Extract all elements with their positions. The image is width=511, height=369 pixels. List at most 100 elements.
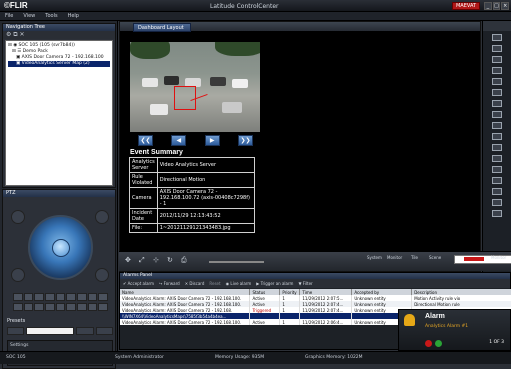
control-strip: ✥ ⤢ ⊹ ↻ ⎙ System Monitor Tile Scene Moni…	[119, 251, 511, 271]
layout-4x4-icon[interactable]	[492, 67, 502, 74]
tile-label[interactable]: Tile	[411, 255, 418, 260]
video-car	[222, 102, 242, 113]
alarm-tool-button[interactable]: ▼ Filter	[298, 281, 312, 286]
zoom-in-button[interactable]	[11, 210, 25, 224]
skip-forward-button[interactable]: ❯❯	[237, 135, 253, 146]
right-toolbar	[482, 21, 511, 272]
alarm-tool-button[interactable]: ◉ Live alarm	[226, 281, 252, 286]
layout-3x3-icon[interactable]	[492, 56, 502, 63]
preset-go-button[interactable]	[76, 327, 94, 335]
layout-extra2-icon[interactable]	[492, 210, 502, 217]
zoom-out-button[interactable]	[11, 268, 25, 282]
video-car	[142, 78, 158, 87]
tab-bar: Dashboard Layout	[120, 22, 480, 32]
rotate-icon[interactable]: ↻	[167, 256, 173, 264]
window-controls: _ □ ×	[484, 2, 510, 10]
status-server: SOC 105	[6, 355, 26, 360]
monitor-tab-label[interactable]: Monitor	[387, 255, 402, 260]
scene-label[interactable]: Scene	[429, 255, 441, 260]
focus-far-button[interactable]	[95, 268, 109, 282]
ptz-joystick[interactable]	[28, 215, 93, 280]
bell-icon	[404, 314, 415, 326]
alarm-cell-name: VideoAnalytics Alarm: AXIS Door Camera 7…	[120, 301, 251, 307]
ptz-preset-keypad[interactable]	[13, 293, 108, 311]
event-summary-value: 1~20121129121343483.jpg	[156, 223, 256, 233]
alarm-cell-status: Active	[249, 319, 281, 325]
navigation-tree[interactable]: ⊟ ◉ SOC 105 (105 (svr7b84)) ⊟ ☰ Demo Pack…	[5, 40, 113, 186]
layout-1plus7-icon[interactable]	[492, 89, 502, 96]
ptz-header: PTZ	[3, 190, 115, 197]
status-user: System Administrator	[115, 355, 164, 360]
video-snapshot[interactable]	[130, 42, 260, 132]
ptz-panel: PTZ Presets Settings	[2, 189, 116, 369]
prev-button[interactable]: ◀	[171, 135, 187, 146]
alarm-cell-name: VideoAnalytics Alarm: AXIS Door Camera 7…	[120, 319, 251, 325]
event-summary-value: Video Analytics Server	[156, 157, 256, 173]
menu-tools[interactable]: Tools	[40, 12, 62, 20]
minimize-button[interactable]: _	[484, 2, 492, 10]
event-summary-value: 2012/11/29 12:13:43:52	[156, 208, 256, 224]
crop-icon[interactable]: ⊹	[153, 256, 159, 264]
timeline-slider[interactable]	[209, 261, 264, 263]
reject-icon[interactable]	[425, 340, 432, 347]
menu-help[interactable]: Help	[63, 12, 84, 20]
tree-node[interactable]: ▣ VideoAnalytics Server Map (2)	[8, 61, 110, 67]
menu-file[interactable]: File	[0, 12, 18, 20]
pan-icon[interactable]: ✥	[125, 256, 131, 264]
layout-6x6-icon[interactable]	[492, 144, 502, 151]
app-title: Latitude ControlCenter	[210, 3, 279, 10]
user-badge[interactable]: MAEVAT	[452, 2, 480, 10]
layout-custom-icon[interactable]	[492, 166, 502, 173]
alarm-tool-button[interactable]: Reset	[209, 281, 220, 286]
event-summary-value: AXIS Door Camera 72 - 192.168.100.72 (ax…	[156, 187, 256, 209]
layout-5x5-icon[interactable]	[492, 133, 502, 140]
preset-save-button[interactable]	[95, 327, 113, 335]
skip-back-button[interactable]: ❮❮	[138, 135, 153, 146]
alarm-tool-button[interactable]: ✕ Discard	[185, 281, 205, 286]
alarm-column-header[interactable]: Priority	[279, 289, 301, 295]
layout-extra-icon[interactable]	[492, 199, 502, 206]
joystick-hub[interactable]	[52, 239, 70, 257]
alarm-notification[interactable]: Alarm Analytics Alarm #1 1 OF 3	[398, 309, 511, 351]
layout-2x2-icon[interactable]	[492, 45, 502, 52]
event-summary-row: File: 1~20121129121343483.jpg	[129, 223, 256, 233]
alarm-row[interactable]: VideoAnalytics Alarm: AXIS Door Camera 7…	[120, 295, 511, 301]
focus-near-button[interactable]	[95, 210, 109, 224]
alarm-tool-button[interactable]: ▶ Trigger an alarm	[256, 281, 293, 286]
event-summary-row: Camera AXIS Door Camera 72 - 192.168.100.…	[129, 187, 256, 209]
layout-2plus8-icon[interactable]	[492, 111, 502, 118]
maximize-button[interactable]: □	[492, 2, 501, 10]
alarm-row[interactable]: VideoAnalytics Alarm: AXIS Door Camera 7…	[120, 301, 511, 307]
next-button[interactable]: ▶	[204, 135, 220, 146]
tab-dashboard-layout[interactable]: Dashboard Layout	[133, 23, 191, 32]
layout-3plus4-icon[interactable]	[492, 122, 502, 129]
left-pane: Navigation Tree ⚙ ⧉ ✕ ⊟ ◉ SOC 105 (105 (…	[0, 21, 118, 369]
layout-fullscreen-icon[interactable]	[492, 188, 502, 195]
layout-1plus5-icon[interactable]	[492, 78, 502, 85]
snapshot-icon[interactable]: ⎙	[181, 256, 187, 265]
dashboard-view: Dashboard Layout ❮❮ ◀ ▶ ❯❯ Event Summary…	[119, 21, 481, 272]
event-summary-row: Rule Violated Directional Motion	[129, 172, 256, 188]
layout-wide-icon[interactable]	[492, 155, 502, 162]
menu-view[interactable]: View	[18, 12, 40, 20]
navigation-tree-panel: Navigation Tree ⚙ ⧉ ✕ ⊟ ◉ SOC 105 (105 (…	[2, 23, 116, 188]
video-controls: ❮❮ ◀ ▶ ❯❯	[138, 135, 253, 146]
preset-select[interactable]	[26, 327, 75, 335]
layout-1plus12-icon[interactable]	[492, 100, 502, 107]
notification-title: Alarm	[425, 313, 445, 320]
close-button[interactable]: ×	[501, 2, 510, 10]
system-label[interactable]: System	[367, 255, 382, 260]
layout-1x1-icon[interactable]	[492, 34, 502, 41]
fit-icon[interactable]: ⤢	[139, 256, 145, 265]
preset-prev-button[interactable]	[7, 327, 25, 335]
event-summary-row: Analytics Server Video Analytics Server	[129, 157, 256, 173]
accept-icon[interactable]	[435, 340, 442, 347]
alarm-tool-button[interactable]: ↪ Forward	[159, 281, 180, 286]
alarm-tool-button[interactable]: ✔ Accept alarm	[123, 281, 154, 286]
event-summary-key: Analytics Server	[129, 157, 158, 173]
layout-map-icon[interactable]	[492, 177, 502, 184]
presets-label: Presets	[7, 318, 26, 324]
navigation-tree-header: Navigation Tree	[3, 24, 115, 31]
navigation-tree-toolbar[interactable]: ⚙ ⧉ ✕	[3, 31, 115, 39]
status-bar: SOC 105 System Administrator Memory Usag…	[0, 351, 511, 364]
